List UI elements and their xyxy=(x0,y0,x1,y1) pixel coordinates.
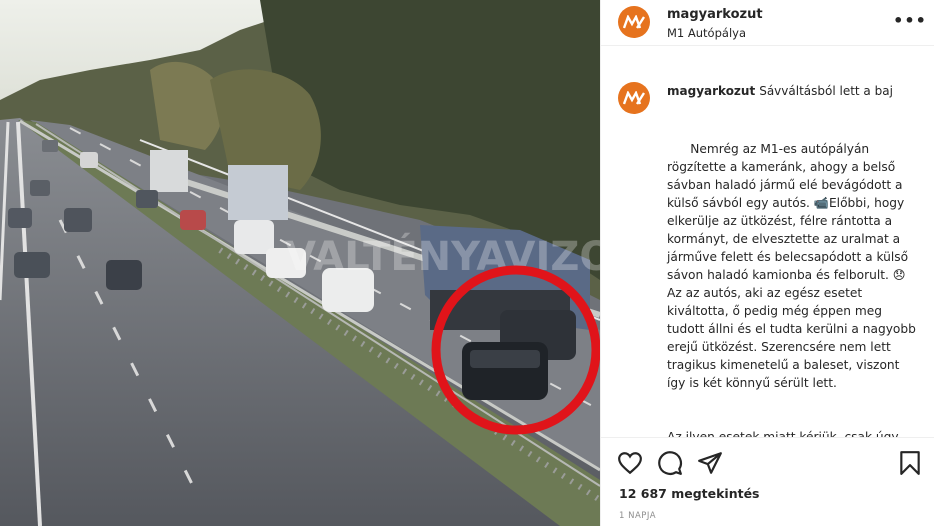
more-icon[interactable]: ••• xyxy=(893,10,926,30)
header-username[interactable]: magyarkozut xyxy=(667,7,763,22)
post-details-panel: magyarkozut M1 Autópálya ••• magyarkozut… xyxy=(600,0,934,526)
highway-camera-frame: VALTÉNYAVIZOTOR xyxy=(0,0,600,526)
bookmark-icon[interactable] xyxy=(897,450,923,476)
header-location[interactable]: M1 Autópálya xyxy=(667,26,746,40)
comment-icon[interactable] xyxy=(657,450,683,476)
post-timestamp[interactable]: 1 NAPJA xyxy=(619,511,656,521)
avatar[interactable] xyxy=(618,82,650,114)
caption-text: Nemrég az M1-es autópályán rögzítette a … xyxy=(667,122,919,438)
share-icon[interactable] xyxy=(697,450,723,476)
caption-username[interactable]: magyarkozut xyxy=(667,84,755,98)
video-watermark: VALTÉNYAVIZOTOR xyxy=(285,232,600,280)
brand-logo-icon xyxy=(623,91,645,105)
avatar[interactable] xyxy=(618,6,650,38)
post-video[interactable]: VALTÉNYAVIZOTOR xyxy=(0,0,600,526)
caption-paragraph-1: Nemrég az M1-es autópályán rögzítette a … xyxy=(667,142,920,390)
brand-logo-icon xyxy=(623,15,645,29)
heart-icon[interactable] xyxy=(617,450,643,476)
caption-header: magyarkozut Sávváltásból lett a baj xyxy=(667,84,893,98)
view-count[interactable]: 12 687 megtekintés xyxy=(619,486,760,501)
action-bar: 12 687 megtekintés 1 NAPJA xyxy=(601,437,934,526)
post-header: magyarkozut M1 Autópálya ••• xyxy=(601,0,934,46)
caption-area: magyarkozut Sávváltásból lett a baj Nemré… xyxy=(601,72,934,438)
caption-title: Sávváltásból lett a baj xyxy=(759,84,893,98)
